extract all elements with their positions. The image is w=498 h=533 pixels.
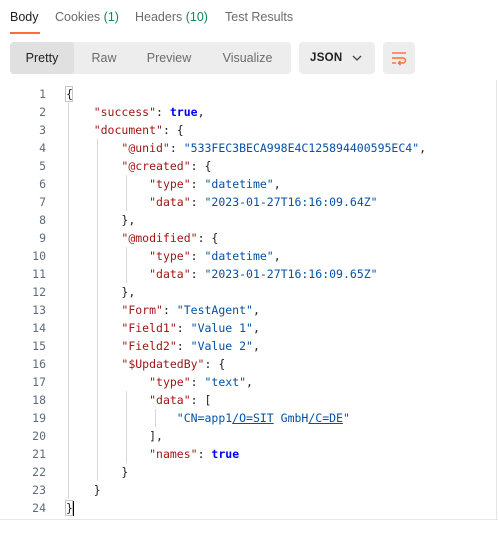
view-mode-group: Pretty Raw Preview Visualize	[10, 42, 291, 74]
tab-cookies[interactable]: Cookies (1)	[55, 10, 119, 24]
code-line: },	[121, 285, 136, 299]
code-line: "$UpdatedBy": {	[121, 357, 226, 371]
line-number: 6	[39, 177, 46, 191]
code-line: "CN=app1/O=SIT GmbH/C=DE"	[176, 411, 350, 425]
line-number: 8	[39, 213, 46, 227]
tab-headers[interactable]: Headers (10)	[135, 10, 208, 24]
line-number: 22	[32, 465, 46, 479]
line-number: 12	[32, 285, 46, 299]
code-line: "data": "2023-01-27T16:16:09.64Z"	[149, 195, 378, 209]
code-line: {	[66, 87, 73, 101]
view-visualize-button[interactable]: Visualize	[204, 42, 291, 74]
line-number: 20	[32, 429, 46, 443]
line-number: 15	[32, 339, 46, 353]
code-line: "type": "datetime",	[149, 249, 281, 263]
line-number: 4	[39, 141, 46, 155]
code-line: }	[66, 501, 73, 515]
line-number: 7	[39, 195, 46, 209]
tab-cookies-count: (1)	[103, 10, 119, 24]
line-number: 19	[32, 411, 46, 425]
line-number: 23	[32, 483, 46, 497]
response-tabs: Body Cookies (1) Headers (10) Test Resul…	[0, 0, 498, 36]
code-line: "data": [	[149, 393, 212, 407]
code-line: "Form": "TestAgent",	[121, 303, 260, 317]
tab-body[interactable]: Body	[10, 10, 39, 24]
text-cursor	[73, 501, 74, 516]
code-line: "@modified": {	[121, 231, 219, 245]
line-number: 2	[39, 105, 46, 119]
tab-test-results[interactable]: Test Results	[225, 10, 293, 24]
code-line: "Field2": "Value 2",	[121, 339, 260, 353]
tab-headers-label: Headers	[135, 10, 183, 24]
line-number: 3	[39, 123, 46, 137]
link-c-de[interactable]: /C=DE	[308, 411, 343, 425]
editor-bottom-border	[0, 519, 498, 520]
line-number: 10	[32, 249, 46, 263]
active-tab-indicator	[10, 32, 40, 34]
line-number: 14	[32, 321, 46, 335]
line-number: 5	[39, 159, 46, 173]
code-line: }	[93, 483, 101, 497]
code-line: "Field1": "Value 1",	[121, 321, 260, 335]
tab-headers-count: (10)	[185, 10, 208, 24]
code-line: "type": "datetime",	[149, 177, 281, 191]
line-number: 11	[32, 267, 46, 281]
format-select-value: JSON	[310, 52, 343, 64]
code-line: "success": true,	[93, 105, 205, 119]
code-line: },	[121, 213, 136, 227]
code-line: "type": "text",	[149, 375, 253, 389]
editor-border	[496, 80, 497, 520]
tab-cookies-label: Cookies	[55, 10, 101, 24]
line-number: 24	[32, 501, 46, 515]
view-raw-button[interactable]: Raw	[74, 42, 134, 74]
tab-body-label: Body	[10, 10, 39, 24]
code-line: "names": true	[149, 447, 240, 461]
code-line: }	[121, 465, 129, 479]
line-number: 9	[39, 231, 46, 245]
line-number: 17	[32, 375, 46, 389]
line-number: 1	[39, 87, 46, 101]
tab-test-results-label: Test Results	[225, 10, 294, 24]
code-line: "@created": {	[121, 159, 212, 173]
line-number: 18	[32, 393, 46, 407]
code-line: "data": "2023-01-27T16:16:09.65Z"	[149, 267, 378, 281]
wrap-lines-icon	[392, 52, 407, 66]
line-number: 16	[32, 357, 46, 371]
code-line: "document": {	[93, 123, 184, 137]
chevron-down-icon	[352, 55, 362, 61]
code-line: ],	[149, 429, 163, 443]
view-preview-button[interactable]: Preview	[134, 42, 204, 74]
line-number: 13	[32, 303, 46, 317]
response-body-editor[interactable]: 1 2 3 4 5 6 7 8 9 10 11 12 13 14 15 16 1…	[0, 80, 498, 520]
view-pretty-button[interactable]: Pretty	[10, 42, 74, 74]
line-number: 21	[32, 447, 46, 461]
format-select[interactable]: JSON	[299, 42, 375, 74]
wrap-lines-button[interactable]	[383, 42, 415, 74]
code-line: "@unid": "533FEC3BECA998E4C125894400595E…	[121, 141, 427, 155]
link-o-sit[interactable]: /O=SIT	[232, 411, 274, 425]
